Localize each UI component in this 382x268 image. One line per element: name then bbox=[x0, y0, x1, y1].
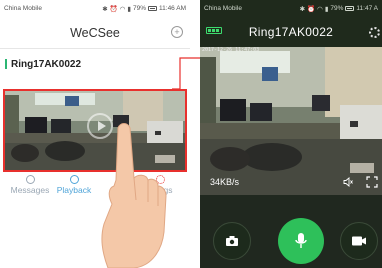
left-phone-screen: China Mobile ✱ ⏰ ◠ ▮ 79% 11:46 AM WeCSee… bbox=[0, 0, 190, 268]
clock: 11:46 AM bbox=[159, 5, 186, 12]
gear-icon[interactable] bbox=[369, 27, 380, 38]
bluetooth-icon: ✱ bbox=[102, 5, 108, 13]
signal-icon: ▮ bbox=[324, 5, 329, 13]
device-row[interactable]: Ring17AK0022 bbox=[5, 57, 81, 71]
chat-bubble-icon bbox=[25, 175, 35, 184]
device-accent-bar bbox=[5, 59, 7, 69]
fullscreen-icon[interactable] bbox=[366, 176, 378, 188]
signal-icon: ▮ bbox=[127, 5, 131, 13]
wifi-icon: ◠ bbox=[119, 5, 126, 13]
record-button[interactable] bbox=[340, 222, 378, 260]
app-title: WeCSee bbox=[70, 26, 120, 40]
battery-percent: 79% bbox=[133, 5, 147, 12]
alarm-icon: ⏰ bbox=[307, 5, 316, 13]
nav-playback-label: Playback bbox=[56, 185, 92, 195]
snapshot-button[interactable] bbox=[213, 222, 251, 260]
wifi-icon: ◠ bbox=[317, 5, 323, 13]
bitrate-readout: 34KB/s bbox=[210, 177, 240, 187]
carrier-name: China Mobile bbox=[204, 5, 242, 12]
tapping-hand-illustration bbox=[101, 123, 167, 268]
control-bar bbox=[200, 200, 382, 268]
battery-percent: 79% bbox=[330, 5, 344, 12]
speaker-mute-icon[interactable] bbox=[343, 177, 353, 187]
right-phone-screen: China Mobile ✱ ⏰ ◠ ▮ 79% 11:47 A Ring17A… bbox=[200, 0, 382, 268]
live-video-feed[interactable] bbox=[200, 47, 382, 195]
status-bar: China Mobile ✱ ⏰ ◠ ▮ 79% 11:46 AM bbox=[0, 0, 190, 17]
nav-playback[interactable]: Playback bbox=[44, 173, 104, 195]
carrier-name: China Mobile bbox=[4, 5, 42, 12]
video-camera-icon bbox=[352, 236, 366, 246]
office-scene-image bbox=[200, 47, 382, 195]
camera-icon bbox=[226, 236, 238, 246]
microphone-icon bbox=[295, 233, 307, 248]
device-title: Ring17AK0022 bbox=[248, 25, 334, 39]
device-name: Ring17AK0022 bbox=[11, 58, 82, 70]
bluetooth-icon: ✱ bbox=[299, 5, 306, 13]
status-icons: ✱ ⏰ ◠ ▮ 79% 11:47 A bbox=[300, 5, 378, 13]
app-header: WeCSee + bbox=[0, 17, 190, 49]
battery-icon bbox=[345, 6, 355, 11]
status-bar: China Mobile ✱ ⏰ ◠ ▮ 79% 11:47 A bbox=[200, 0, 382, 17]
live-view-header: Ring17AK0022 bbox=[200, 17, 382, 47]
clock: 11:47 A bbox=[356, 5, 378, 12]
alarm-icon: ⏰ bbox=[109, 5, 118, 13]
talk-button[interactable] bbox=[278, 218, 324, 264]
battery-icon bbox=[148, 6, 158, 11]
video-timestamp: 2017-12-26 11:47:03 bbox=[202, 47, 260, 53]
status-icons: ✱ ⏰ ◠ ▮ 79% 11:46 AM bbox=[102, 5, 186, 13]
playback-icon bbox=[69, 175, 79, 184]
plus-circle-icon[interactable]: + bbox=[171, 26, 183, 38]
